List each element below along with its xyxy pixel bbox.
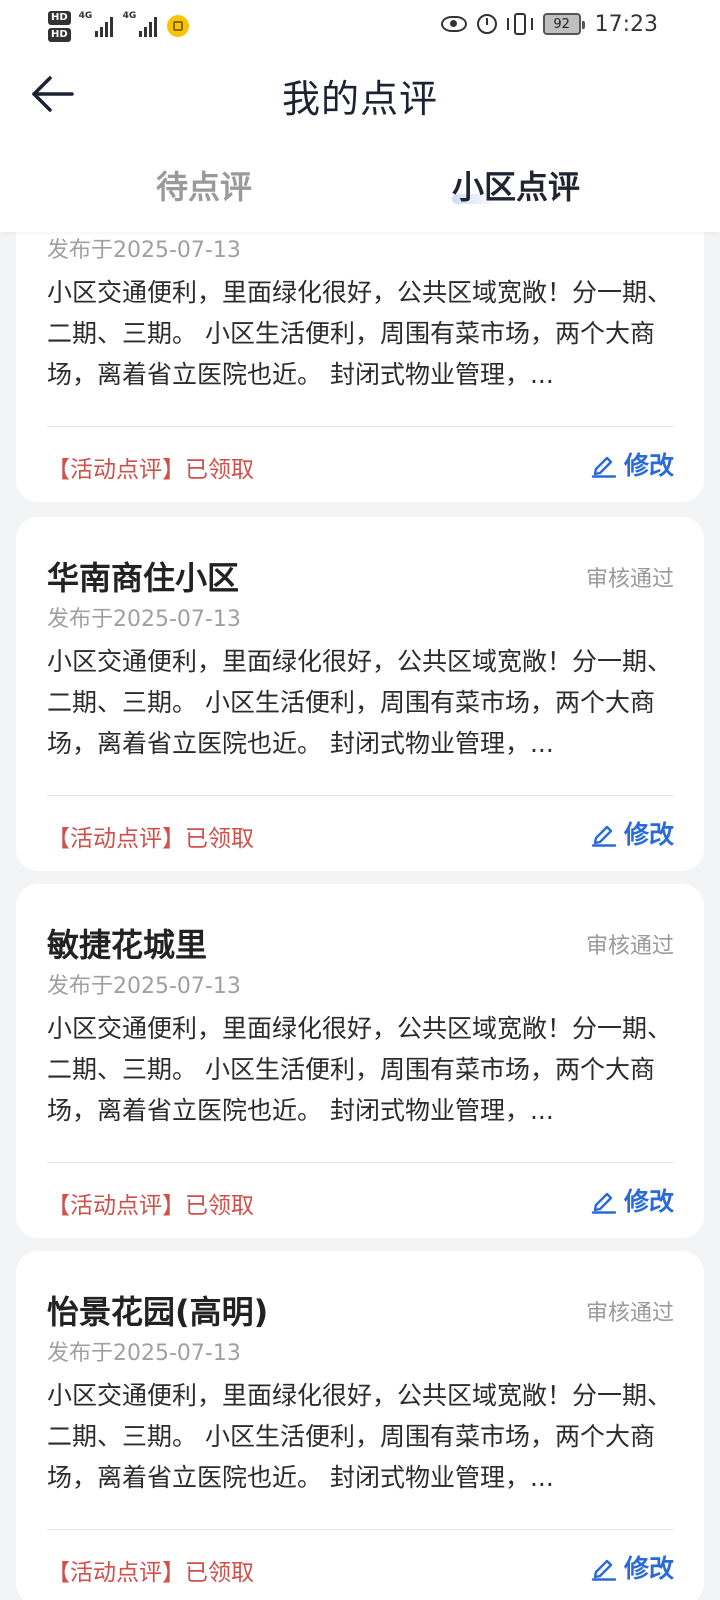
- activity-tag: 【活动点评】已领取: [47, 457, 254, 483]
- pencil-icon: [591, 825, 617, 847]
- publish-date: 发布于2025-07-13: [47, 974, 241, 999]
- review-list[interactable]: 发布于2025-07-13 小区交通便利，里面绿化很好，公共区域宽敞！分一期、二…: [0, 232, 720, 1600]
- signal-icon-2: 4G: [123, 11, 157, 37]
- publish-date: 发布于2025-07-13: [47, 238, 241, 263]
- status-left: HD HD 4G 4G: [48, 6, 189, 46]
- review-status: 审核通过: [585, 934, 674, 959]
- community-name: 华南商住小区: [47, 559, 240, 597]
- review-card: 华南商住小区 审核通过 发布于2025-07-13 小区交通便利，里面绿化很好，…: [16, 517, 704, 871]
- app-header: 我的点评: [0, 50, 720, 140]
- alarm-icon: [476, 14, 497, 34]
- hd-badge-1: HD: [48, 10, 71, 25]
- edit-button[interactable]: 修改: [590, 446, 674, 482]
- review-card: 发布于2025-07-13 小区交通便利，里面绿化很好，公共区域宽敞！分一期、二…: [16, 232, 704, 502]
- clock: 17:23: [594, 11, 658, 37]
- edit-label: 修改: [623, 451, 674, 480]
- publish-date: 发布于2025-07-13: [47, 1341, 241, 1366]
- pencil-icon: [591, 456, 617, 478]
- community-name: 敏捷花城里: [47, 926, 208, 964]
- divider: [47, 795, 674, 796]
- edit-label: 修改: [623, 820, 674, 849]
- edit-button[interactable]: 修改: [590, 1182, 674, 1218]
- tab-pending-review[interactable]: 待点评: [156, 162, 252, 208]
- battery-icon: 92: [542, 13, 585, 35]
- network-type-2: 4G: [122, 11, 137, 21]
- reviews-page: HD HD 4G 4G 92 17:23 我的点评 待点评 小区点评 发布于20…: [0, 0, 720, 1600]
- publish-date: 发布于2025-07-13: [47, 607, 241, 632]
- edit-button[interactable]: 修改: [590, 1549, 674, 1585]
- eye-comfort-icon: [440, 16, 467, 32]
- review-card: 怡景花园(高明) 审核通过 发布于2025-07-13 小区交通便利，里面绿化很…: [16, 1251, 704, 1600]
- divider: [47, 1529, 674, 1530]
- vibrate-icon: [506, 13, 533, 35]
- notification-app-icon: [166, 15, 189, 37]
- community-name: 怡景花园(高明): [47, 1293, 269, 1331]
- status-bar: HD HD 4G 4G 92 17:23: [0, 0, 720, 50]
- activity-tag: 【活动点评】已领取: [47, 1193, 254, 1219]
- divider: [47, 1162, 674, 1163]
- signal-icon-1: 4G: [79, 11, 113, 37]
- review-content: 小区交通便利，里面绿化很好，公共区域宽敞！分一期、二期、三期。 小区生活便利，周…: [47, 647, 673, 758]
- pencil-icon: [591, 1192, 617, 1214]
- edit-label: 修改: [623, 1187, 674, 1216]
- activity-tag: 【活动点评】已领取: [47, 1560, 254, 1586]
- review-content: 小区交通便利，里面绿化很好，公共区域宽敞！分一期、二期、三期。 小区生活便利，周…: [47, 278, 673, 389]
- hd-indicators: HD HD: [48, 10, 71, 42]
- pencil-icon: [591, 1559, 617, 1581]
- battery-level: 92: [553, 16, 570, 32]
- tab-bar: 待点评 小区点评: [0, 140, 720, 232]
- network-type-1: 4G: [78, 11, 93, 21]
- hd-badge-2: HD: [48, 27, 71, 42]
- activity-tag: 【活动点评】已领取: [47, 826, 254, 852]
- review-content: 小区交通便利，里面绿化很好，公共区域宽敞！分一期、二期、三期。 小区生活便利，周…: [47, 1014, 673, 1125]
- status-right: 92 17:23: [440, 0, 658, 48]
- review-status: 审核通过: [585, 1301, 674, 1326]
- review-card: 敏捷花城里 审核通过 发布于2025-07-13 小区交通便利，里面绿化很好，公…: [16, 884, 704, 1238]
- review-status: 审核通过: [585, 567, 674, 592]
- tab-community-review[interactable]: 小区点评: [452, 162, 580, 208]
- edit-label: 修改: [623, 1554, 674, 1583]
- page-title: 我的点评: [281, 77, 438, 121]
- review-content: 小区交通便利，里面绿化很好，公共区域宽敞！分一期、二期、三期。 小区生活便利，周…: [47, 1381, 673, 1492]
- divider: [47, 426, 674, 427]
- edit-button[interactable]: 修改: [590, 815, 674, 851]
